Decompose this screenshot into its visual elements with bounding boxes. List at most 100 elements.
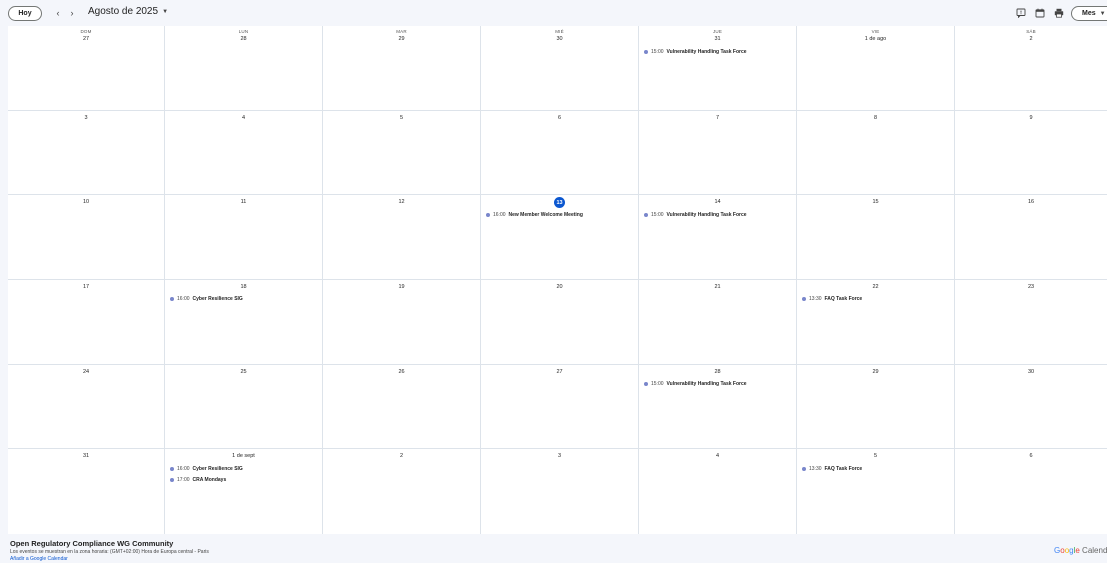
day-number[interactable]: 6 [955,453,1107,463]
prev-month-icon[interactable]: ‹ [52,7,64,19]
day-number[interactable]: 10 [8,199,164,209]
day-number[interactable]: 29 [797,369,954,379]
day-number[interactable]: 6 [481,115,638,125]
day-number[interactable]: 27 [8,36,164,46]
event-chip[interactable]: 16:00 Cyber Resilience SIG [165,463,322,474]
view-selector-button[interactable]: Mes ▼ [1071,6,1107,21]
event-chip[interactable]: 15:00 Vulnerability Handling Task Force [639,379,796,390]
day-number[interactable]: 28 [639,369,796,379]
day-number[interactable]: 19 [323,284,480,294]
day-cell[interactable]: 17 [8,279,165,365]
day-cell[interactable]: LUN 28 [165,26,323,111]
day-number[interactable]: 3 [8,115,164,125]
day-cell[interactable]: 29 [797,364,955,450]
day-cell[interactable]: 23 [955,280,1107,365]
day-cell[interactable]: 6 [955,449,1107,534]
day-number[interactable]: 22 [797,284,954,294]
day-number[interactable]: 23 [955,284,1107,294]
day-cell[interactable]: 30 [955,365,1107,450]
day-number[interactable]: 24 [8,369,164,379]
day-cell[interactable]: 28 15:00 Vulnerability Handling Task Force [639,364,797,450]
print-icon[interactable] [1054,8,1064,18]
day-number[interactable]: 3 [481,453,638,463]
event-chip[interactable]: 17:00 CRA Mondays [165,474,322,485]
day-cell[interactable]: 4 [165,110,323,196]
day-number[interactable]: 16 [955,199,1107,209]
calendar-icon[interactable] [1035,8,1045,18]
day-cell[interactable]: 15 [797,195,955,280]
event-chip[interactable]: 16:00 Cyber Resilience SIG [165,294,322,305]
day-cell[interactable]: DOM 27 [8,26,165,111]
day-cell[interactable]: JUE 31 15:00 Vulnerability Handling Task Fo… [639,26,797,111]
day-number[interactable]: 2 [323,453,480,463]
day-cell[interactable]: 24 [8,364,165,450]
day-number[interactable]: 25 [165,369,322,379]
day-cell[interactable]: MIÉ 30 [481,26,639,111]
month-selector[interactable]: Agosto de 2025 ▼ [88,6,168,17]
event-chip[interactable]: 13:30 FAQ Task Force [797,294,954,305]
day-number[interactable]: 5 [797,453,954,463]
day-cell[interactable]: 7 [639,110,797,196]
day-number[interactable]: 17 [8,284,164,294]
day-number[interactable]: 21 [639,284,796,294]
day-cell[interactable]: 31 [8,449,165,534]
day-number[interactable]: 7 [639,115,796,125]
day-number[interactable]: 20 [481,284,638,294]
day-cell[interactable]: 20 [481,279,639,365]
day-cell[interactable]: VIE 1 de ago [797,26,955,111]
day-number[interactable]: 27 [481,369,638,379]
day-cell[interactable]: 21 [639,279,797,365]
day-cell[interactable]: 5 [323,110,481,196]
day-cell[interactable]: 3 [8,110,165,196]
feedback-icon[interactable] [1016,8,1026,18]
event-chip[interactable]: 13:30 FAQ Task Force [797,463,954,474]
add-to-google-calendar-link[interactable]: Añadir a Google Calendar [10,556,68,562]
google-calendar-logo[interactable]: Google Calendar [1054,546,1107,555]
day-cell[interactable]: SÁB 2 [955,26,1107,111]
day-number[interactable]: 14 [639,199,796,209]
day-number[interactable]: 30 [955,369,1107,379]
day-number[interactable]: 1 de ago [797,36,954,46]
day-cell[interactable]: 8 [797,110,955,196]
day-cell[interactable]: 3 [481,449,639,534]
day-number[interactable]: 29 [323,36,480,46]
day-cell[interactable]: 4 [639,449,797,534]
event-chip[interactable]: 15:00 Vulnerability Handling Task Force [639,209,796,220]
day-number[interactable]: 5 [323,115,480,125]
day-number[interactable]: 4 [165,115,322,125]
day-cell[interactable]: 19 [323,279,481,365]
day-cell[interactable]: 26 [323,364,481,450]
day-cell[interactable]: 16 [955,195,1107,280]
day-cell[interactable]: 5 13:30 FAQ Task Force [797,449,955,534]
day-number[interactable]: 12 [323,199,480,209]
day-number[interactable]: 11 [165,199,322,209]
day-cell[interactable]: MAR 29 [323,26,481,111]
today-button[interactable]: Hoy [8,6,42,21]
day-cell[interactable]: 18 16:00 Cyber Resilience SIG [165,279,323,365]
day-cell[interactable]: 9 [955,111,1107,196]
day-number[interactable]: 31 [8,453,164,463]
next-month-icon[interactable]: › [66,7,78,19]
day-number[interactable]: 15 [797,199,954,209]
day-number[interactable]: 1 de sept [165,453,322,463]
day-number[interactable]: 4 [639,453,796,463]
event-chip[interactable]: 16:00 New Member Welcome Meeting [481,209,638,220]
day-number[interactable]: 30 [481,36,638,46]
day-number[interactable]: 8 [797,115,954,125]
day-number[interactable]: 18 [165,284,322,294]
day-cell[interactable]: 22 13:30 FAQ Task Force [797,279,955,365]
day-cell[interactable]: 12 [323,195,481,280]
day-number[interactable]: 9 [955,115,1107,125]
day-cell[interactable]: 1 de sept 16:00 Cyber Resilience SIG 17:00 C… [165,449,323,534]
day-cell[interactable]: 11 [165,195,323,280]
day-cell[interactable]: 25 [165,364,323,450]
day-cell[interactable]: 6 [481,110,639,196]
day-cell[interactable]: 27 [481,364,639,450]
day-cell[interactable]: 13 16:00 New Member Welcome Meeting [481,195,639,280]
today-day-number[interactable]: 13 [481,197,638,209]
day-number[interactable]: 31 [639,36,796,46]
day-cell[interactable]: 10 [8,195,165,280]
day-number[interactable]: 28 [165,36,322,46]
event-chip[interactable]: 15:00 Vulnerability Handling Task Force [639,46,796,57]
day-number[interactable]: 26 [323,369,480,379]
